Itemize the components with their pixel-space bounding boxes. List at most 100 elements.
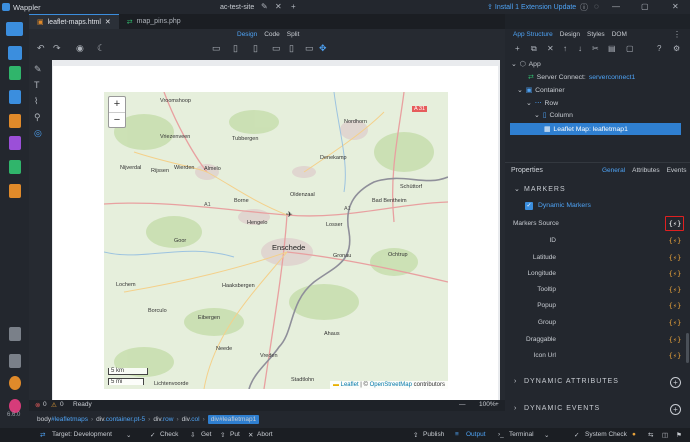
abort-button[interactable]: Abort	[257, 431, 273, 438]
publish-button[interactable]: Publish	[423, 431, 444, 438]
chevron-right-icon[interactable]: ›	[514, 378, 516, 385]
app-connect-icon[interactable]	[8, 46, 22, 60]
settings-icon[interactable]	[9, 376, 21, 390]
group-dynamic-button[interactable]: {⚡}	[668, 319, 682, 327]
minimize-icon[interactable]: —	[612, 2, 620, 11]
info-icon[interactable]: ⓘ	[580, 2, 588, 13]
longitude-dynamic-button[interactable]: {⚡}	[668, 270, 682, 278]
pencil-icon[interactable]: ✎	[34, 64, 42, 75]
edit-icon[interactable]: ✎	[261, 2, 268, 11]
workflows-icon[interactable]	[9, 66, 21, 80]
undo-icon[interactable]: ↶	[37, 43, 45, 54]
routing-icon[interactable]	[9, 114, 21, 128]
tree-item-row[interactable]: ⌄ ⋯ Row	[526, 99, 558, 108]
add-dynamic-event-button[interactable]: +	[670, 404, 681, 415]
copy-icon[interactable]: ⧉	[531, 44, 537, 54]
tree-item-app[interactable]: ⌄ ⬡ App	[511, 60, 541, 69]
tree-item-container[interactable]: ⌄ ▣ Container	[517, 86, 565, 95]
tab-general[interactable]: General	[602, 167, 625, 174]
device-desktop-icon[interactable]: ▭	[212, 43, 221, 54]
get-button[interactable]: Get	[201, 431, 211, 438]
tooltip-dynamic-button[interactable]: {⚡}	[668, 286, 682, 294]
check-button[interactable]: Check	[160, 431, 178, 438]
pages-icon[interactable]	[6, 22, 23, 36]
move-up-icon[interactable]: ↑	[563, 44, 567, 53]
breadcrumb-item[interactable]: body#leafletmaps	[37, 416, 88, 423]
layers-icon[interactable]	[9, 160, 21, 174]
database-icon[interactable]	[9, 90, 21, 104]
paste-icon[interactable]: ▢	[626, 44, 634, 53]
add-icon[interactable]: +	[291, 2, 296, 11]
window-close-icon[interactable]: ✕	[672, 2, 679, 11]
tab-map-pins[interactable]: ⇄ map_pins.php	[119, 14, 189, 29]
chevron-down-icon[interactable]: ⌄	[511, 60, 517, 68]
chat-icon[interactable]: ◫	[662, 431, 668, 439]
extension-update-link[interactable]: ⇪ Install 1 Extension Update	[487, 3, 576, 12]
latitude-dynamic-button[interactable]: {⚡}	[668, 254, 682, 262]
chevron-down-icon[interactable]: ⌄	[126, 431, 131, 439]
chevron-down-icon[interactable]: ⌄	[526, 99, 532, 107]
settings-icon[interactable]: ⚙	[673, 44, 680, 53]
notifications-icon[interactable]: ⚑	[676, 431, 682, 439]
zoom-in-button[interactable]: +	[109, 97, 125, 112]
device-tablet-icon[interactable]: ▯	[253, 43, 258, 54]
id-dynamic-button[interactable]: {⚡}	[668, 237, 682, 245]
chevron-down-icon[interactable]: ⌄	[544, 431, 549, 439]
project-name[interactable]: ac-test-site	[220, 4, 254, 11]
dynamic-markers-label[interactable]: Dynamic Markers	[538, 202, 591, 209]
cut-icon[interactable]: ✂	[592, 44, 599, 53]
dynamic-events-title[interactable]: DYNAMIC EVENTS	[524, 405, 600, 412]
zoom-out-button[interactable]: −	[109, 112, 125, 127]
close-icon[interactable]: ✕	[275, 2, 282, 11]
add-component-icon[interactable]: +	[515, 44, 520, 53]
chevron-right-icon[interactable]: ›	[514, 405, 516, 412]
popup-dynamic-button[interactable]: {⚡}	[668, 302, 682, 310]
output-button[interactable]: Output	[466, 431, 486, 438]
icon-url-dynamic-button[interactable]: {⚡}	[668, 352, 682, 360]
share-icon[interactable]: ⇆	[648, 431, 653, 439]
redo-icon[interactable]: ↷	[53, 43, 61, 54]
delete-icon[interactable]: ✕	[547, 44, 554, 53]
breadcrumb-item[interactable]: div.row	[153, 416, 173, 423]
tab-close-icon[interactable]: ✕	[105, 18, 111, 26]
extensions-icon[interactable]	[9, 354, 21, 368]
grid-icon[interactable]	[9, 327, 21, 341]
dynamic-attributes-title[interactable]: DYNAMIC ATTRIBUTES	[524, 378, 619, 385]
eye-icon[interactable]: ◎	[34, 128, 42, 139]
tab-dom[interactable]: DOM	[612, 31, 627, 38]
markers-source-dynamic-button[interactable]: {⚡}	[668, 220, 682, 228]
breadcrumb-item[interactable]: div.container.pt-5	[96, 416, 145, 423]
code-mode-tab[interactable]: Code	[264, 31, 280, 38]
osm-link[interactable]: OpenStreetMap	[370, 382, 412, 388]
leaflet-map[interactable]: Vroomshoop Vriezenveen Tubbergen Nordhor…	[104, 92, 448, 389]
dark-mode-icon[interactable]: ☾	[97, 43, 105, 54]
add-dynamic-attribute-button[interactable]: +	[670, 377, 681, 388]
design-mode-tab[interactable]: Design	[237, 31, 257, 38]
warning-count[interactable]: 0	[60, 401, 64, 408]
target-select[interactable]: Target: Development	[52, 431, 112, 438]
drop-icon[interactable]: ◌	[594, 2, 599, 11]
properties-scrollbar[interactable]	[686, 333, 689, 363]
error-count[interactable]: 0	[43, 401, 47, 408]
assets-icon[interactable]	[9, 136, 21, 150]
draggable-dynamic-button[interactable]: {⚡}	[668, 336, 682, 344]
device-laptop-icon[interactable]: ▯	[233, 43, 238, 54]
more-icon[interactable]: ⋮	[673, 30, 681, 39]
zoom-level[interactable]: 100%	[479, 401, 496, 408]
avatar[interactable]	[9, 399, 21, 413]
tab-events[interactable]: Events	[667, 167, 687, 174]
device-phone-landscape-icon[interactable]: ▭	[305, 43, 314, 54]
chevron-down-icon[interactable]: ⌄	[514, 185, 520, 193]
maximize-icon[interactable]: ▢	[641, 2, 649, 11]
help-icon[interactable]: ?	[657, 44, 661, 53]
device-phone-icon[interactable]: ▯	[289, 43, 294, 54]
tab-styles[interactable]: Styles	[587, 31, 605, 38]
resources-icon[interactable]	[9, 184, 21, 198]
tree-item-leaflet-map[interactable]: ▦ Leaflet Map: leafletmap1	[510, 123, 681, 135]
fluid-width-icon[interactable]: ✥	[319, 43, 327, 54]
tree-item-server-connect[interactable]: ⇄ Server Connect: serverconnect1	[528, 73, 635, 82]
zoom-minus-icon[interactable]: —	[459, 401, 466, 408]
bell-icon[interactable]: ●	[632, 431, 636, 438]
system-check-button[interactable]: System Check	[585, 431, 627, 438]
camera-icon[interactable]: ◉	[76, 43, 84, 54]
